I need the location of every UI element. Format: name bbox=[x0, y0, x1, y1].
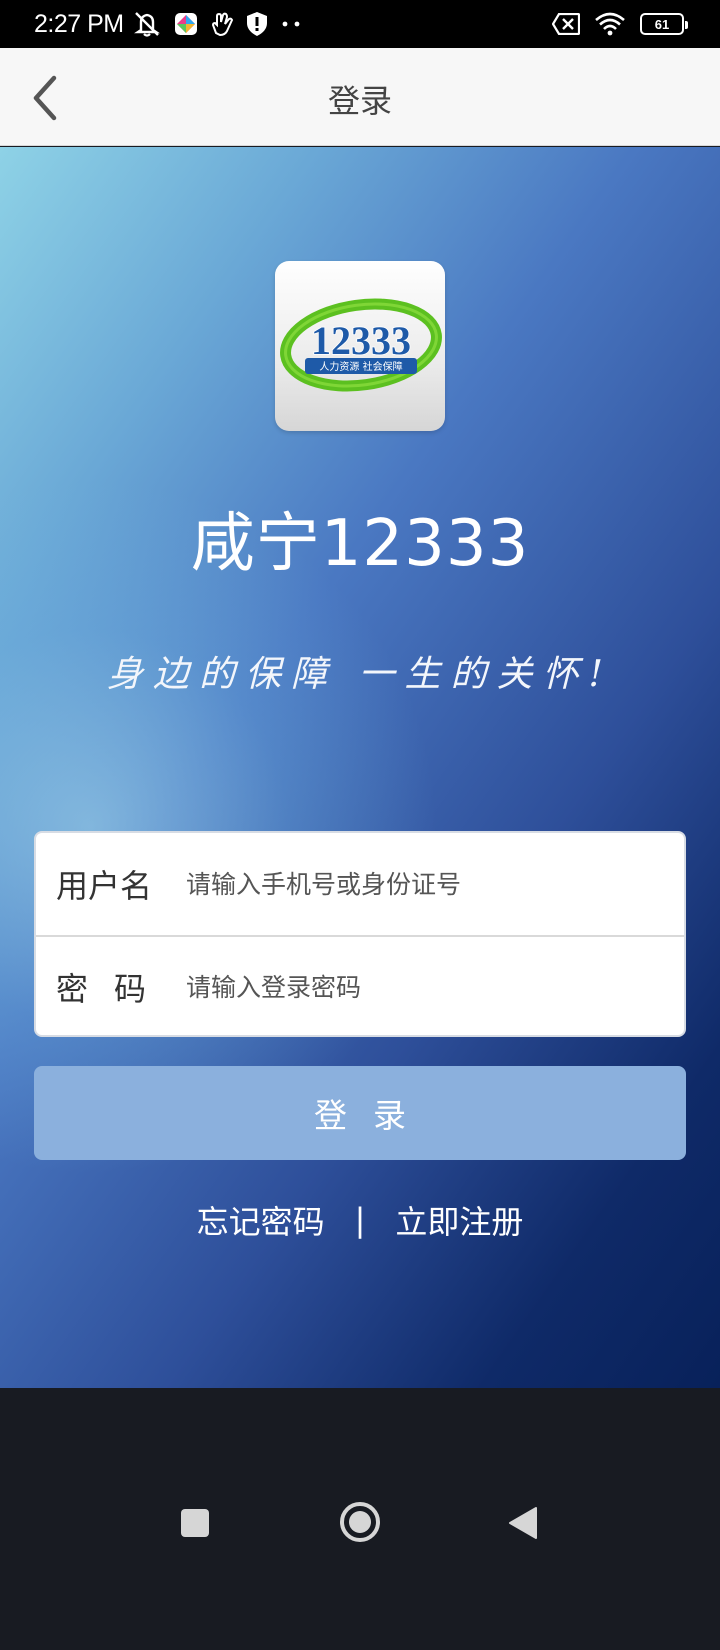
app-name: 咸宁12333 bbox=[190, 507, 530, 581]
login-background: 12333 人力资源 社会保障 咸宁12333 身边的保障 一生的关怀! 用户名… bbox=[0, 147, 720, 1388]
password-label: 密码 bbox=[56, 970, 173, 1008]
back-nav-button[interactable] bbox=[500, 1500, 546, 1546]
username-input[interactable] bbox=[186, 833, 684, 935]
username-row: 用户名 bbox=[36, 833, 684, 935]
recents-button[interactable] bbox=[172, 1500, 218, 1546]
logo-12333-icon: 12333 人力资源 社会保障 bbox=[280, 298, 442, 392]
login-form: 用户名 密码 bbox=[34, 831, 686, 1037]
status-bar: 2:27 PM 61 bbox=[0, 0, 720, 48]
status-left-icons bbox=[132, 10, 302, 38]
shield-icon bbox=[246, 12, 267, 36]
more-dots-icon bbox=[282, 21, 300, 27]
logo-subtitle: 人力资源 社会保障 bbox=[319, 360, 402, 373]
forgot-password-link[interactable]: 忘记密码 bbox=[197, 1197, 325, 1243]
hand-icon bbox=[211, 12, 233, 37]
battery-icon: 61 bbox=[640, 13, 688, 35]
home-icon bbox=[340, 1502, 380, 1542]
app-notification-icon bbox=[174, 13, 197, 35]
system-nav-bar bbox=[0, 1388, 720, 1650]
home-button[interactable] bbox=[336, 1498, 384, 1546]
link-separator: | bbox=[354, 1201, 366, 1239]
app-bar: 登录 bbox=[0, 48, 720, 146]
login-button[interactable]: 登录 bbox=[34, 1066, 686, 1160]
battery-level: 61 bbox=[654, 16, 670, 32]
username-label: 用户名 bbox=[56, 867, 153, 905]
sim-error-icon bbox=[552, 13, 580, 35]
page-title: 登录 bbox=[327, 82, 392, 120]
screen: 2:27 PM 61 登录 12333 人力资源 社会保障 咸宁12333 身边… bbox=[0, 0, 720, 1650]
slogan: 身边的保障 一生的关怀! bbox=[107, 654, 613, 695]
wifi-icon bbox=[595, 12, 625, 36]
status-time: 2:27 PM bbox=[34, 9, 124, 38]
register-link[interactable]: 立即注册 bbox=[395, 1197, 523, 1243]
account-links: 忘记密码 | 立即注册 bbox=[0, 1197, 720, 1243]
password-row: 密码 bbox=[36, 935, 684, 1035]
password-input[interactable] bbox=[186, 937, 684, 1035]
mute-icon bbox=[133, 12, 160, 37]
back-icon bbox=[509, 1507, 537, 1539]
app-logo: 12333 人力资源 社会保障 bbox=[275, 261, 445, 431]
recents-icon bbox=[181, 1509, 209, 1537]
logo-number: 12333 bbox=[311, 318, 411, 363]
status-right-icons: 61 bbox=[552, 0, 688, 48]
